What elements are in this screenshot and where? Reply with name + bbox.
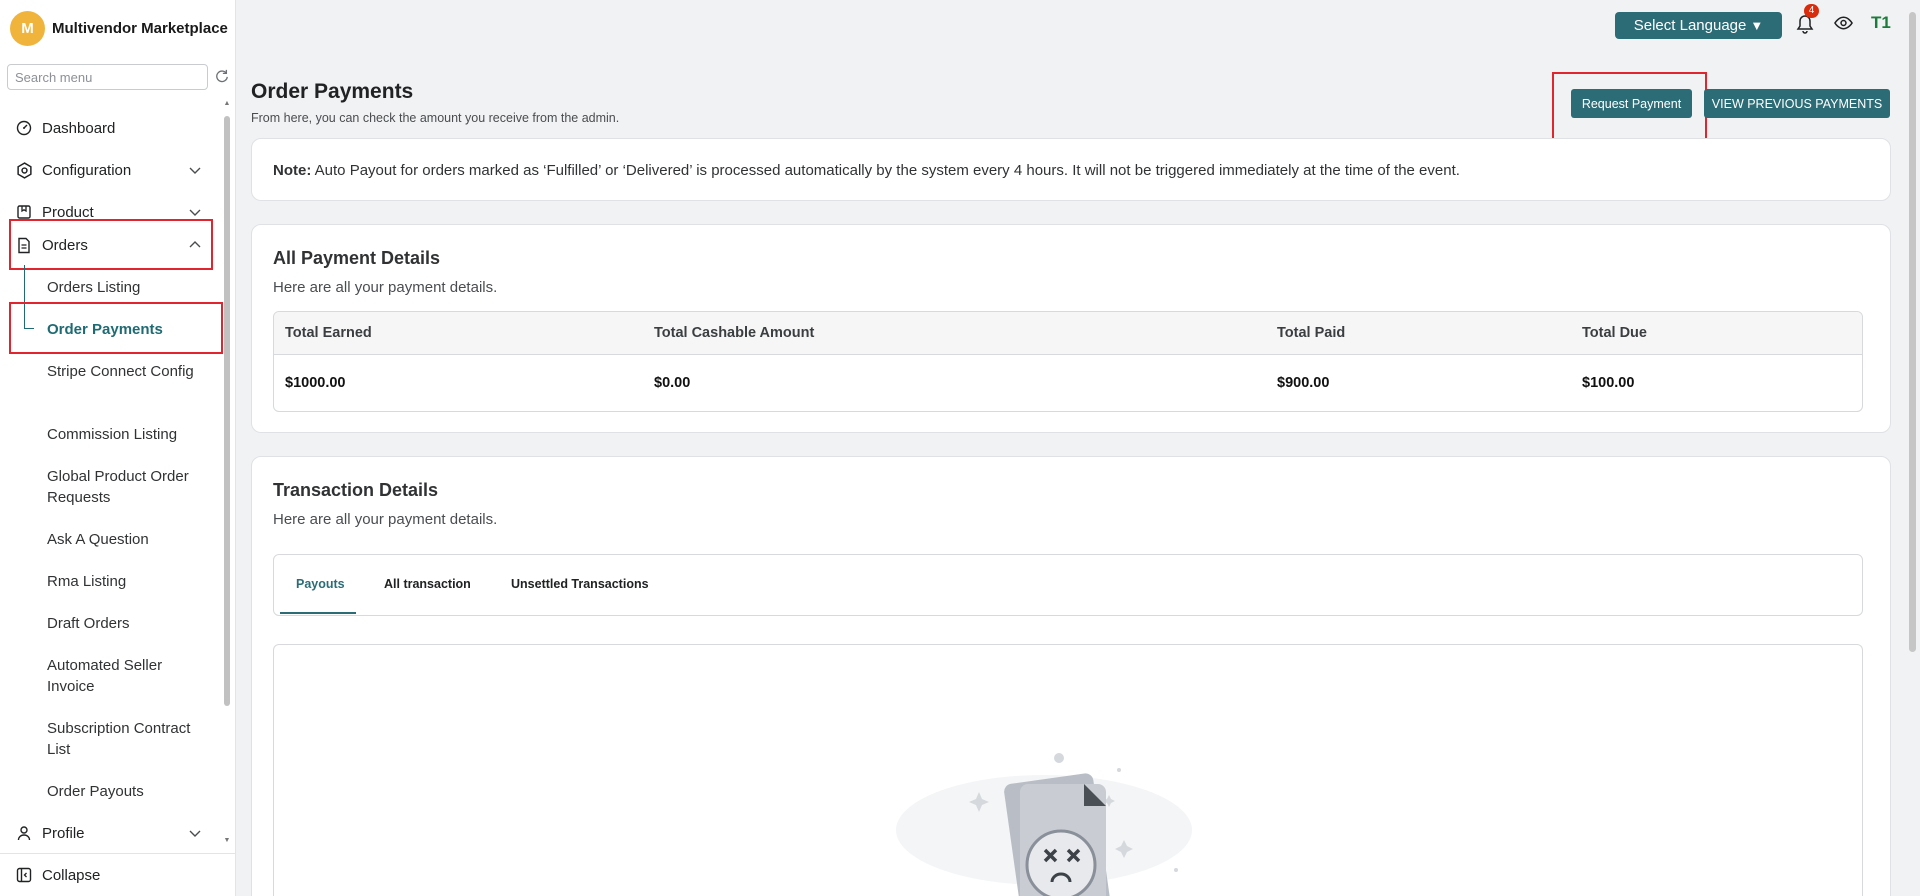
value-total-paid: $900.00	[1277, 375, 1330, 391]
sidebar-item-dashboard[interactable]: Dashboard	[10, 108, 210, 148]
sidebar-item-label: Dashboard	[42, 119, 116, 137]
sidebar-subitem-commission-listing[interactable]: Commission Listing	[47, 424, 212, 445]
brand-name: Multivendor Marketplace	[52, 20, 228, 37]
sidebar-subitem-automated-seller-invoice[interactable]: Automated Seller Invoice	[47, 655, 212, 697]
active-tab-indicator	[280, 612, 356, 614]
payment-summary-table: Total Earned Total Cashable Amount Total…	[273, 311, 1863, 412]
page-subtitle: From here, you can check the amount you …	[251, 111, 620, 125]
search-wrapper	[7, 64, 208, 90]
value-total-cashable: $0.00	[654, 375, 691, 391]
sidebar-item-label: Configuration	[42, 161, 132, 179]
page-scroll-thumb[interactable]	[1909, 12, 1916, 652]
collapse-button[interactable]: Collapse	[0, 853, 236, 896]
sidebar-scroll-thumb[interactable]	[224, 116, 230, 706]
brand[interactable]: M Multivendor Marketplace	[10, 11, 228, 46]
sidebar-subitem-stripe-connect-config[interactable]: Stripe Connect Config	[47, 361, 212, 382]
tab-payouts[interactable]: Payouts	[296, 577, 345, 591]
note-body: Auto Payout for orders marked as ‘Fulfil…	[311, 162, 1460, 179]
brand-avatar: M	[10, 11, 45, 46]
search-menu-input[interactable]	[7, 64, 208, 90]
note-prefix: Note:	[273, 162, 312, 179]
gear-icon	[15, 161, 33, 179]
value-total-earned: $1000.00	[285, 375, 346, 391]
sidebar-scrollbar[interactable]: ▲ ▼	[223, 100, 231, 845]
tab-all-transaction[interactable]: All transaction	[384, 577, 471, 591]
page-scrollbar[interactable]	[1906, 0, 1920, 896]
collapse-icon	[16, 867, 32, 883]
header-total-paid: Total Paid	[1277, 325, 1346, 341]
transaction-details-card: Transaction Details Here are all your pa…	[251, 456, 1891, 896]
tab-unsettled-transactions[interactable]: Unsettled Transactions	[511, 577, 649, 591]
notification-count-badge: 4	[1804, 4, 1819, 18]
chevron-down-icon	[189, 209, 201, 216]
sidebar-item-label: Profile	[42, 824, 85, 842]
sidebar-subitem-subscription-contract-list[interactable]: Subscription Contract List	[47, 718, 212, 760]
scroll-up-icon[interactable]: ▲	[223, 100, 231, 108]
sidebar-subitem-ask-a-question[interactable]: Ask A Question	[47, 529, 212, 550]
eye-icon[interactable]	[1834, 15, 1853, 31]
select-language-button[interactable]: Select Language ▼	[1615, 12, 1782, 39]
orders-highlight-box	[9, 219, 213, 270]
header-total-earned: Total Earned	[285, 325, 372, 341]
transaction-details-title: Transaction Details	[273, 480, 439, 500]
scroll-down-icon[interactable]: ▼	[223, 837, 231, 845]
page-title: Order Payments	[251, 80, 414, 103]
sidebar-item-configuration[interactable]: Configuration	[10, 150, 210, 190]
empty-state-illustration	[896, 753, 1192, 896]
sidebar-subitem-order-payouts[interactable]: Order Payouts	[47, 781, 212, 802]
sidebar-item-label: Product	[42, 203, 94, 221]
collapse-label: Collapse	[42, 866, 101, 884]
transaction-details-subtitle: Here are all your payment details.	[273, 511, 498, 528]
header-total-cashable: Total Cashable Amount	[654, 325, 815, 341]
refresh-icon[interactable]	[214, 69, 230, 85]
chevron-down-icon	[189, 167, 201, 174]
user-avatar[interactable]: T1	[1871, 13, 1891, 33]
sidebar-subitem-draft-orders[interactable]: Draft Orders	[47, 613, 212, 634]
user-icon	[15, 824, 33, 842]
select-language-label: Select Language	[1633, 17, 1747, 34]
empty-state-panel	[273, 644, 1863, 896]
sidebar-subitem-rma-listing[interactable]: Rma Listing	[47, 571, 212, 592]
caret-down-icon: ▼	[1750, 18, 1764, 33]
sidebar-subitem-global-product-order-requests[interactable]: Global Product Order Requests	[47, 466, 212, 508]
payment-details-title: All Payment Details	[273, 248, 441, 268]
view-previous-payments-button[interactable]: VIEW PREVIOUS PAYMENTS	[1704, 89, 1890, 118]
sidebar: M Multivendor Marketplace Dashboard Conf…	[0, 0, 236, 896]
header-total-due: Total Due	[1582, 325, 1647, 341]
payment-details-subtitle: Here are all your payment details.	[273, 279, 498, 296]
sidebar-item-profile[interactable]: Profile	[10, 813, 210, 853]
dashboard-icon	[15, 119, 33, 137]
value-total-due: $100.00	[1582, 375, 1635, 391]
note-text: Note: Auto Payout for orders marked as ‘…	[273, 162, 1460, 179]
table-header-row: Total Earned Total Cashable Amount Total…	[274, 312, 1862, 355]
payment-details-card: All Payment Details Here are all your pa…	[251, 224, 1891, 433]
chevron-down-icon	[189, 830, 201, 837]
sidebar-subitem-orders-listing[interactable]: Orders Listing	[47, 277, 212, 298]
transaction-tabs: Payouts All transaction Unsettled Transa…	[273, 554, 1863, 616]
order-payments-highlight-box	[9, 302, 223, 354]
note-card: Note: Auto Payout for orders marked as ‘…	[251, 138, 1891, 201]
